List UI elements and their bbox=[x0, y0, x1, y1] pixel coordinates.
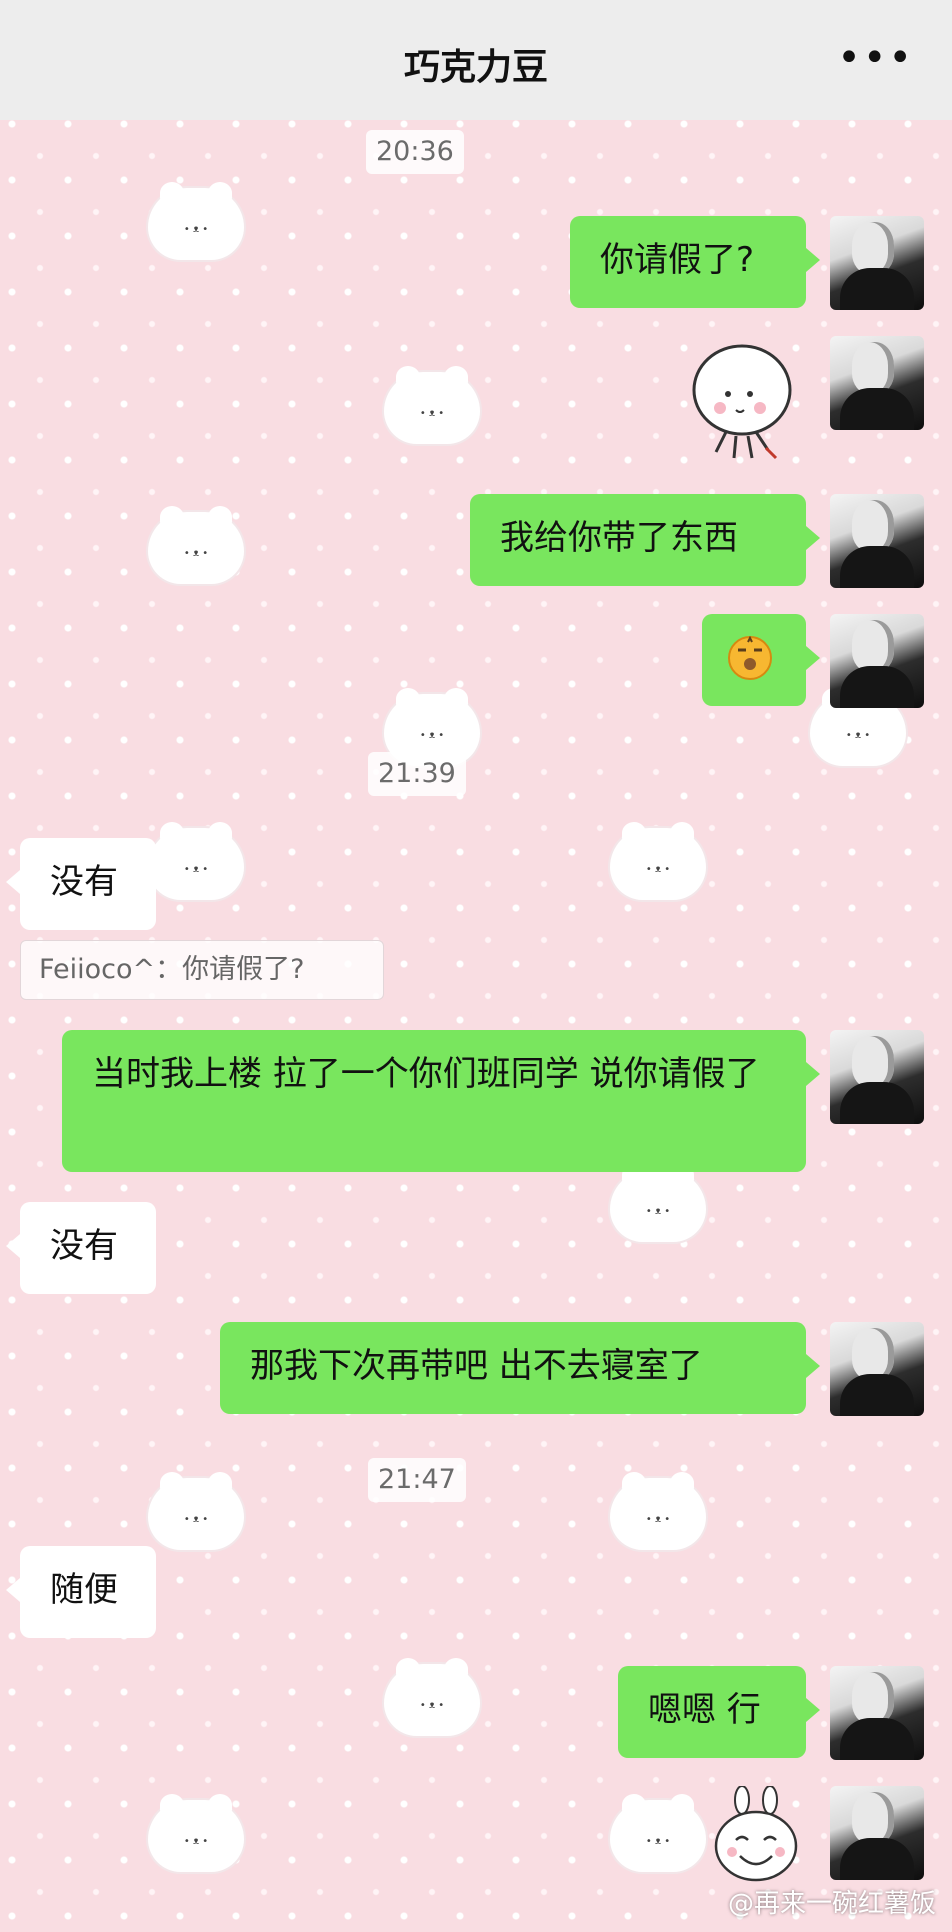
my-avatar[interactable] bbox=[830, 1322, 924, 1416]
my-avatar[interactable] bbox=[830, 1030, 924, 1124]
background-cat-pattern: • ᴥ • bbox=[148, 506, 244, 584]
background-cat-pattern: • ᴥ • bbox=[610, 1794, 706, 1872]
timestamp: 20:36 bbox=[366, 130, 464, 174]
message-bubble-sent[interactable]: 我给你带了东西 bbox=[470, 494, 820, 586]
chat-header: 巧克力豆 ••• bbox=[0, 0, 952, 120]
more-options-icon[interactable]: ••• bbox=[837, 38, 914, 78]
quoted-message[interactable]: Feiioco^：你请假了? bbox=[20, 940, 384, 1000]
message-bubble-received[interactable]: 没有 bbox=[6, 1202, 156, 1294]
message-bubble-sent[interactable]: 嗯嗯 行 bbox=[618, 1666, 820, 1758]
bunny-smile-sticker[interactable] bbox=[712, 1785, 802, 1886]
timestamp: 21:39 bbox=[368, 752, 466, 796]
my-avatar[interactable] bbox=[830, 216, 924, 310]
message-bubble-sent[interactable]: 那我下次再带吧 出不去寝室了 bbox=[220, 1322, 820, 1414]
timestamp: 21:47 bbox=[368, 1458, 466, 1502]
message-bubble-sent[interactable] bbox=[702, 614, 820, 706]
my-avatar[interactable] bbox=[830, 336, 924, 430]
background-cat-pattern: • ᴥ • bbox=[610, 1164, 706, 1242]
message-bubble-received[interactable]: 没有 bbox=[6, 838, 156, 930]
background-cat-pattern: • ᴥ • bbox=[610, 1472, 706, 1550]
cute-doll-sticker[interactable] bbox=[686, 340, 798, 464]
background-cat-pattern: • ᴥ • bbox=[384, 366, 480, 444]
my-avatar[interactable] bbox=[830, 614, 924, 708]
message-bubble-sent[interactable]: 当时我上楼 拉了一个你们班同学 说你请假了 bbox=[62, 1030, 820, 1172]
my-avatar[interactable] bbox=[830, 1666, 924, 1760]
background-cat-pattern: • ᴥ • bbox=[148, 1472, 244, 1550]
background-cat-pattern: • ᴥ • bbox=[610, 822, 706, 900]
chat-title: 巧克力豆 bbox=[403, 47, 548, 88]
background-cat-pattern: • ᴥ • bbox=[148, 822, 244, 900]
my-avatar[interactable] bbox=[830, 1786, 924, 1880]
background-cat-pattern: • ᴥ • bbox=[148, 182, 244, 260]
message-bubble-received[interactable]: 随便 bbox=[6, 1546, 156, 1638]
shushing-face-emoji bbox=[726, 635, 774, 691]
watermark: @再来一碗红薯饭 bbox=[727, 1889, 936, 1919]
background-cat-pattern: • ᴥ • bbox=[148, 1794, 244, 1872]
my-avatar[interactable] bbox=[830, 494, 924, 588]
message-bubble-sent[interactable]: 你请假了? bbox=[570, 216, 820, 308]
background-cat-pattern: • ᴥ • bbox=[384, 1658, 480, 1736]
